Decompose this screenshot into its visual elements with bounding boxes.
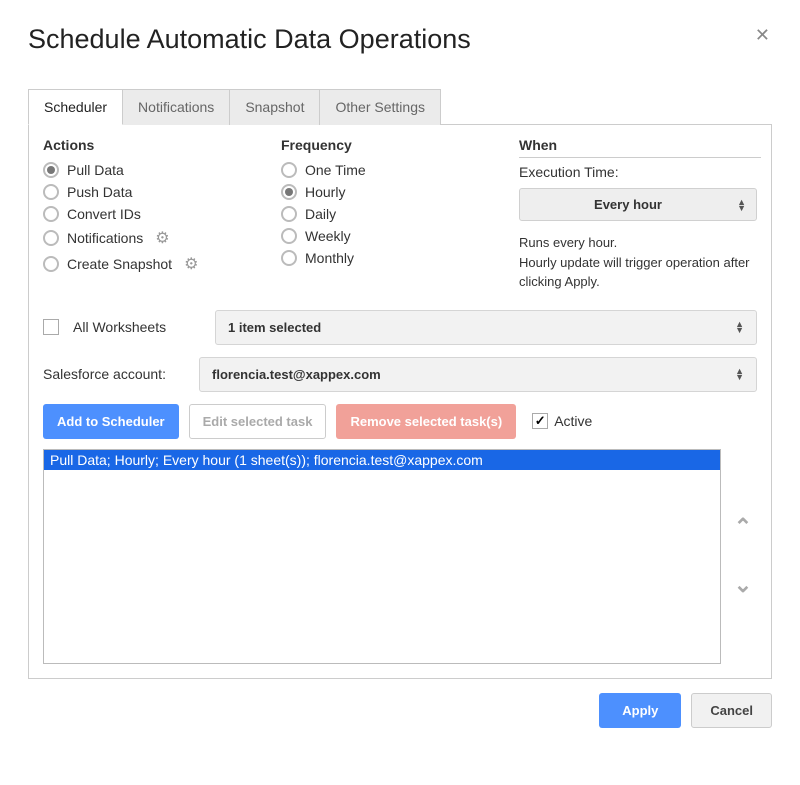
close-icon[interactable]: ✕ [753,24,772,46]
action-label: Convert IDs [67,206,141,222]
radio-icon [281,206,297,222]
freq-monthly[interactable]: Monthly [281,247,519,269]
action-create-snapshot[interactable]: Create Snapshot ⚙ [43,251,281,277]
remove-selected-tasks-button[interactable]: Remove selected task(s) [336,404,516,439]
tab-bar: Scheduler Notifications Snapshot Other S… [28,89,772,125]
cancel-button[interactable]: Cancel [691,693,772,728]
radio-icon [43,230,59,246]
action-label: Notifications [67,230,143,246]
freq-daily[interactable]: Daily [281,203,519,225]
tab-other-settings[interactable]: Other Settings [319,89,441,125]
freq-one-time[interactable]: One Time [281,159,519,181]
freq-label: One Time [305,162,366,178]
updown-icon: ▲▼ [737,199,746,211]
all-worksheets-checkbox[interactable] [43,319,59,335]
action-label: Pull Data [67,162,124,178]
all-worksheets-label: All Worksheets [73,319,201,335]
tab-snapshot[interactable]: Snapshot [229,89,320,125]
radio-icon [43,162,59,178]
move-up-icon[interactable]: ⌃ [734,514,752,540]
action-label: Push Data [67,184,132,200]
when-note: Hourly update will trigger operation aft… [519,253,757,292]
active-label: Active [554,413,592,429]
worksheet-select-value: 1 item selected [228,320,321,335]
execution-time-select[interactable]: Every hour ▲▼ [519,188,757,221]
tab-notifications[interactable]: Notifications [122,89,230,125]
freq-label: Weekly [305,228,351,244]
radio-icon [281,184,297,200]
radio-icon [43,184,59,200]
updown-icon: ▲▼ [735,321,744,333]
freq-label: Monthly [305,250,354,266]
freq-weekly[interactable]: Weekly [281,225,519,247]
gear-icon[interactable]: ⚙ [184,254,198,274]
active-checkbox[interactable] [532,413,548,429]
when-note: Runs every hour. [519,233,757,253]
radio-icon [281,162,297,178]
task-row[interactable]: Pull Data; Hourly; Every hour (1 sheet(s… [44,450,720,470]
tab-scheduler[interactable]: Scheduler [28,89,123,125]
action-convert-ids[interactable]: Convert IDs [43,203,281,225]
radio-icon [281,228,297,244]
radio-icon [43,206,59,222]
apply-button[interactable]: Apply [599,693,681,728]
execution-time-value: Every hour [594,197,662,212]
edit-selected-task-button[interactable]: Edit selected task [189,404,327,439]
task-list[interactable]: Pull Data; Hourly; Every hour (1 sheet(s… [43,449,721,664]
radio-icon [281,250,297,266]
salesforce-account-select[interactable]: florencia.test@xappex.com ▲▼ [199,357,757,392]
gear-icon[interactable]: ⚙ [155,228,169,248]
frequency-heading: Frequency [281,137,519,157]
execution-time-label: Execution Time: [519,164,757,180]
actions-heading: Actions [43,137,281,157]
radio-icon [43,256,59,272]
dialog-title: Schedule Automatic Data Operations [28,24,471,55]
add-to-scheduler-button[interactable]: Add to Scheduler [43,404,179,439]
salesforce-account-value: florencia.test@xappex.com [212,367,381,382]
salesforce-account-label: Salesforce account: [43,366,185,382]
updown-icon: ▲▼ [735,368,744,380]
freq-hourly[interactable]: Hourly [281,181,519,203]
freq-label: Daily [305,206,336,222]
move-down-icon[interactable]: ⌄ [734,572,752,598]
worksheet-select[interactable]: 1 item selected ▲▼ [215,310,757,345]
freq-label: Hourly [305,184,345,200]
action-push-data[interactable]: Push Data [43,181,281,203]
action-notifications[interactable]: Notifications ⚙ [43,225,281,251]
action-pull-data[interactable]: Pull Data [43,159,281,181]
when-heading: When [519,137,761,158]
action-label: Create Snapshot [67,256,172,272]
